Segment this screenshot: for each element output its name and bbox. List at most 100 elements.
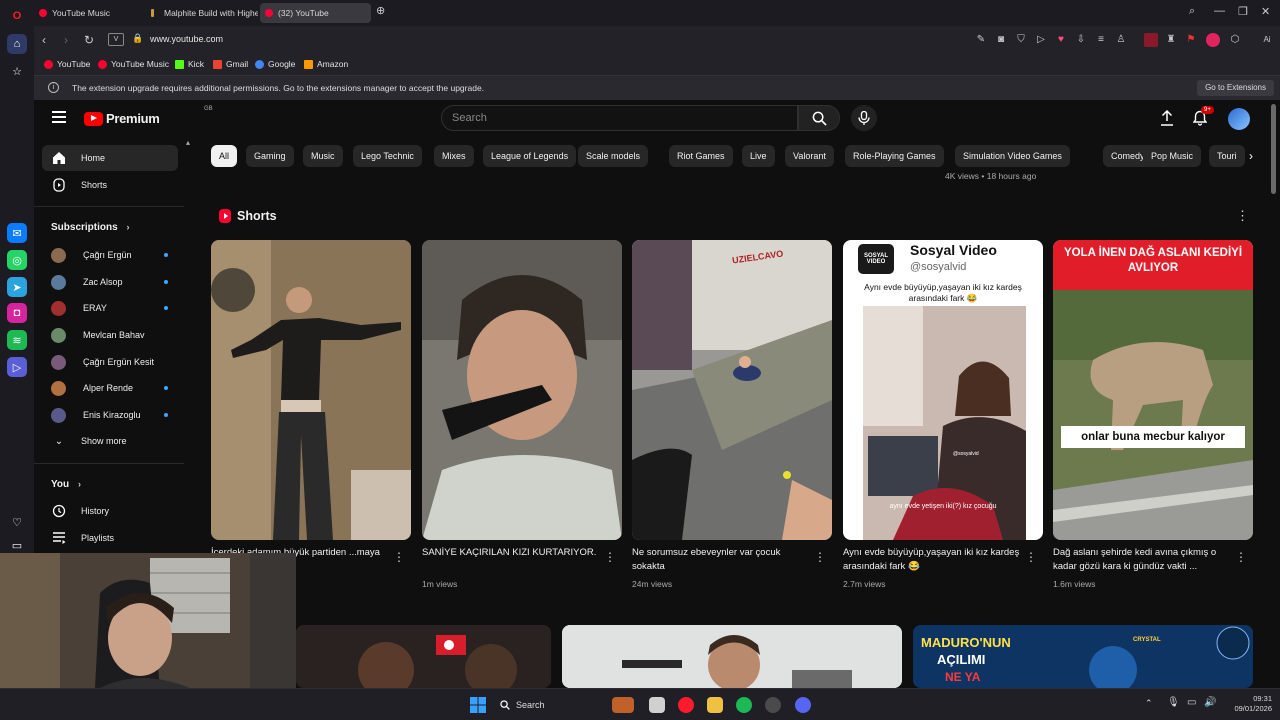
subscriptions-heading[interactable]: Subscriptions › [51,222,129,233]
bookmark-google[interactable]: Google [255,59,295,69]
short-more-icon[interactable]: ⋮ [1025,550,1037,564]
taskbar-search[interactable]: Search [494,695,604,715]
sidebar-item-playlists[interactable]: Playlists [42,525,178,551]
opera-logo-icon[interactable]: O [7,6,27,26]
taskbar-clock[interactable]: 09:31 09/01/2026 [1234,694,1272,714]
minimize-icon[interactable]: — [1214,5,1225,17]
filter-chip[interactable]: Scale models [578,145,649,167]
microphone-icon[interactable]: 🎙 [1167,697,1180,708]
short-thumbnail-3[interactable]: UZIELCAVO [632,240,832,540]
bookmark-youtube-music[interactable]: YouTube Music [98,59,169,69]
vpn-badge-icon[interactable]: V [108,33,124,46]
lock-icon[interactable]: 🔒 [132,33,143,44]
search-input[interactable]: Search [441,105,798,131]
tab-youtube[interactable]: (32) YouTube [260,3,371,23]
heart-icon[interactable]: ♥ [1054,33,1068,47]
subscription-item[interactable]: Enis Kirazoglu [42,402,178,428]
short-title-4[interactable]: Aynı evde büyüyüp,yaşayan iki kız kardeş… [843,546,1023,574]
filter-chip[interactable]: Valorant [785,145,834,167]
bookmark-gmail[interactable]: Gmail [213,59,248,69]
heart-icon[interactable]: ♡ [7,512,27,532]
filter-chip[interactable]: League of Legends [483,145,577,167]
windows-start-icon[interactable] [470,697,486,713]
filter-chip[interactable]: Mixes [434,145,474,167]
bookmark-kick[interactable]: Kick [175,59,204,69]
spotify-icon[interactable] [736,697,752,713]
subscription-item[interactable]: ERAY [42,295,178,321]
search-button[interactable] [798,105,840,131]
page-scrollbar[interactable] [1271,104,1276,194]
video-thumbnail-1[interactable] [296,625,551,688]
star-icon[interactable]: ☆ [7,61,27,81]
extension-3-icon[interactable]: ⚑ [1184,33,1198,47]
aria-ai-icon[interactable]: Ai [1256,33,1278,47]
maximize-icon[interactable]: ❐ [1238,5,1248,18]
short-title-5[interactable]: Dağ aslanı şehirde kedi avına çıkmış o k… [1053,546,1233,574]
show-more-button[interactable]: ⌄ Show more [42,428,178,454]
account-avatar[interactable] [1228,108,1250,130]
filter-chip[interactable]: Role-Playing Games [845,145,944,167]
short-thumbnail-2[interactable] [422,240,622,540]
camera-icon[interactable]: ◙ [994,33,1008,47]
short-more-icon[interactable]: ⋮ [604,550,616,564]
short-thumbnail-5[interactable]: YOLA İNEN DAĞ ASLANI KEDİYİ AVLIYOR onla… [1053,240,1253,540]
sidebar-item-shorts[interactable]: Shorts [42,172,178,198]
task-view-icon[interactable] [649,697,665,713]
filter-chip[interactable]: Music [303,145,343,167]
instagram-icon[interactable]: ◘ [7,303,27,323]
tray-chevron-up-icon[interactable]: ⌃ [1145,698,1153,709]
extension-2-icon[interactable]: ♜ [1164,33,1178,47]
filter-chip[interactable]: All [211,145,238,167]
filter-chip[interactable]: Riot Games [669,145,733,167]
subscription-item[interactable]: Çağrı Ergün Kesit [42,349,178,375]
sidebar-item-history[interactable]: History [42,498,178,524]
telegram-icon[interactable]: ➤ [7,277,27,297]
subscription-item[interactable]: Alper Rende [42,375,178,401]
tab-youtube-music[interactable]: YouTube Music [34,3,148,23]
close-icon[interactable]: ✕ [1261,5,1270,18]
voice-search-button[interactable] [851,105,877,131]
network-icon[interactable]: ▭ [1187,697,1196,708]
shield-icon[interactable]: ⛉ [1014,33,1028,47]
play-icon[interactable]: ▷ [1034,33,1048,47]
short-thumbnail-4[interactable]: SOSYAL VIDEO Sosyal Video @sosyalvid Ayn… [843,240,1043,540]
filter-chip[interactable]: Gaming [246,145,294,167]
short-thumbnail-1[interactable] [211,240,411,540]
create-upload-button[interactable] [1160,109,1174,131]
filter-chip[interactable]: Pop Music [1143,145,1202,167]
subscription-item[interactable]: Zac Alsop [42,269,178,295]
subscription-item[interactable]: Mevlcan Bahav [42,322,178,348]
chips-next-icon[interactable]: › [1240,145,1262,167]
new-tab-icon[interactable]: ⊕ [376,4,385,17]
profile-icon[interactable]: ♙ [1114,33,1128,47]
video-thumbnail-2[interactable] [562,625,902,688]
file-explorer-icon[interactable] [707,697,723,713]
sidebar-item-home[interactable]: Home [42,145,178,171]
subscription-item[interactable]: Çağrı Ergün [42,242,178,268]
short-title-3[interactable]: Ne sorumsuz ebeveynler var çocuk sokakta [632,546,812,574]
menu-icon[interactable]: ≡ [1094,33,1108,47]
whatsapp-icon[interactable]: ◎ [7,250,27,270]
history-panel-icon[interactable]: ▭ [7,535,27,555]
short-title-2[interactable]: SANİYE KAÇIRILAN KIZI KURTARIYOR. [422,546,602,560]
tab-malphite[interactable]: Malphite Build with Highe [146,3,258,23]
short-more-icon[interactable]: ⋮ [393,550,405,564]
filter-chip[interactable]: Lego Technic [353,145,422,167]
hamburger-menu-icon[interactable] [52,111,66,123]
extension-4-icon[interactable] [1206,33,1220,47]
url-text[interactable]: www.youtube.com [150,34,223,44]
forward-icon[interactable]: › [64,33,68,47]
youtube-premium-logo[interactable]: Premium GB [84,106,213,126]
download-icon[interactable]: ⇩ [1074,33,1088,47]
short-more-icon[interactable]: ⋮ [1235,550,1247,564]
sidebar-scroll-up-icon[interactable]: ▴ [186,138,190,147]
back-icon[interactable]: ‹ [42,33,46,47]
short-more-icon[interactable]: ⋮ [814,550,826,564]
spotify-icon[interactable]: ≋ [7,330,27,350]
opera-gx-icon[interactable] [678,697,694,713]
filter-chip[interactable]: Live [742,145,775,167]
reload-icon[interactable]: ↻ [84,33,94,47]
extension-1-icon[interactable] [1144,33,1158,47]
steam-icon[interactable] [765,697,781,713]
volume-icon[interactable]: 🔊 [1204,697,1216,708]
